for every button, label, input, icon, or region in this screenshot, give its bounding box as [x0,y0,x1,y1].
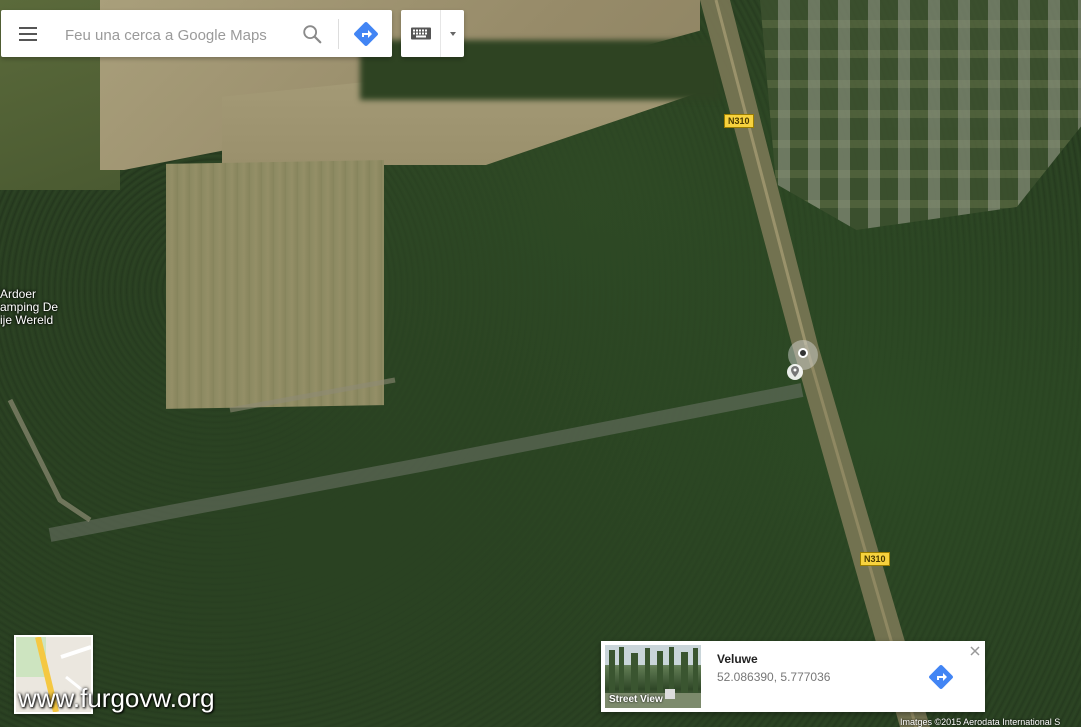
satellite-map[interactable] [0,0,1081,727]
road-shield: N310 [724,114,754,128]
street-view-thumbnail[interactable]: Street View [605,645,701,708]
close-icon[interactable] [968,644,982,658]
street-view-card: Street View Veluwe 52.086390, 5.777036 [601,641,985,712]
place-title: Veluwe [717,652,758,666]
keyboard-icon[interactable] [410,25,432,42]
input-tools [401,10,464,57]
search-input[interactable] [63,20,297,50]
street-view-label: Street View [609,694,663,705]
divider [338,19,339,49]
directions-icon[interactable] [927,663,955,691]
directions-icon[interactable] [353,21,379,47]
street-view-dot [798,348,808,358]
search-box [1,10,392,57]
road-shield: N310 [860,552,890,566]
imagery-attribution: Imatges ©2015 Aerodata International S [900,718,1061,727]
road-overlay [7,0,930,727]
place-label[interactable]: Ardoer amping De ije Wereld [0,288,60,327]
menu-icon[interactable] [17,24,39,44]
divider [440,10,441,57]
coordinates: 52.086390, 5.777036 [717,670,831,684]
watermark: www.furgovw.org [18,683,215,713]
search-icon[interactable] [301,23,323,45]
location-pin-icon[interactable] [786,363,804,383]
caret-down-icon[interactable] [446,27,460,41]
